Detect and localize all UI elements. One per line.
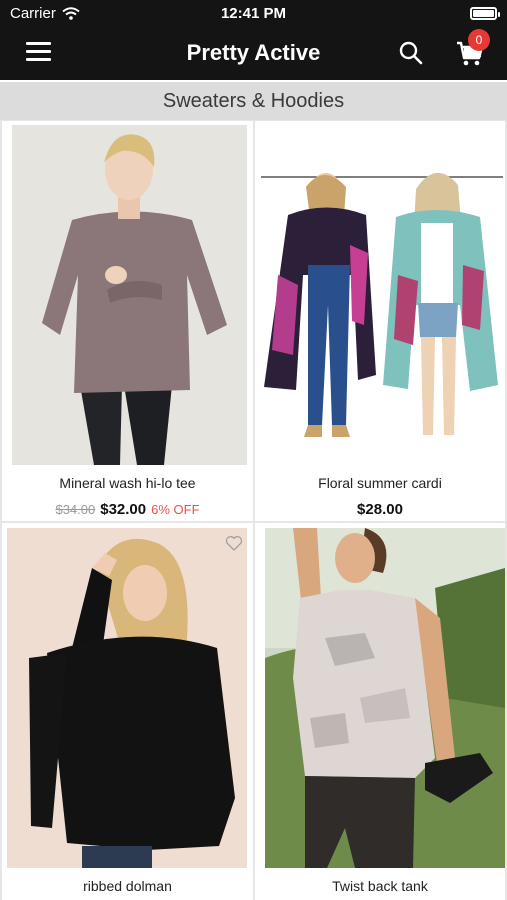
app-title: Pretty Active [186,40,321,65]
status-time: 12:41 PM [220,5,287,22]
discount-label: 6% OFF [151,502,200,517]
section-title: Sweaters & Hoodies [0,82,507,120]
search-icon[interactable] [398,40,424,66]
status-bar: Carrier 12:41 PM [0,0,507,28]
product-name[interactable]: ribbed dolman [2,878,253,894]
product-grid: Mineral wash hi-lo tee $34.00 $32.00 6% OF… [0,120,507,900]
product-image[interactable] [265,528,505,868]
product-price-row: $28.00 [255,501,505,518]
sale-price: $32.00 [100,501,147,518]
original-price: $34.00 [55,502,96,517]
battery-icon [470,7,500,20]
product-card[interactable]: Mineral wash hi-lo tee $34.00 $32.00 6% OF… [2,121,253,521]
product-card[interactable]: ribbed dolman [2,523,253,900]
heart-icon[interactable] [225,535,243,551]
sale-price: $28.00 [357,501,403,518]
product-card[interactable]: Floral summer cardi $28.00 [255,121,505,521]
product-image[interactable] [7,528,247,868]
product-name[interactable]: Twist back tank [255,878,505,894]
product-price-row: $34.00 $32.00 6% OFF [2,501,253,518]
product-card[interactable]: Twist back tank [255,523,505,900]
product-image[interactable] [258,125,503,465]
product-name[interactable]: Floral summer cardi [255,475,505,491]
product-name[interactable]: Mineral wash hi-lo tee [2,475,253,491]
cart-count-badge: 0 [468,29,490,51]
product-image[interactable] [12,125,247,465]
nav-bar: Pretty Active [0,28,507,80]
